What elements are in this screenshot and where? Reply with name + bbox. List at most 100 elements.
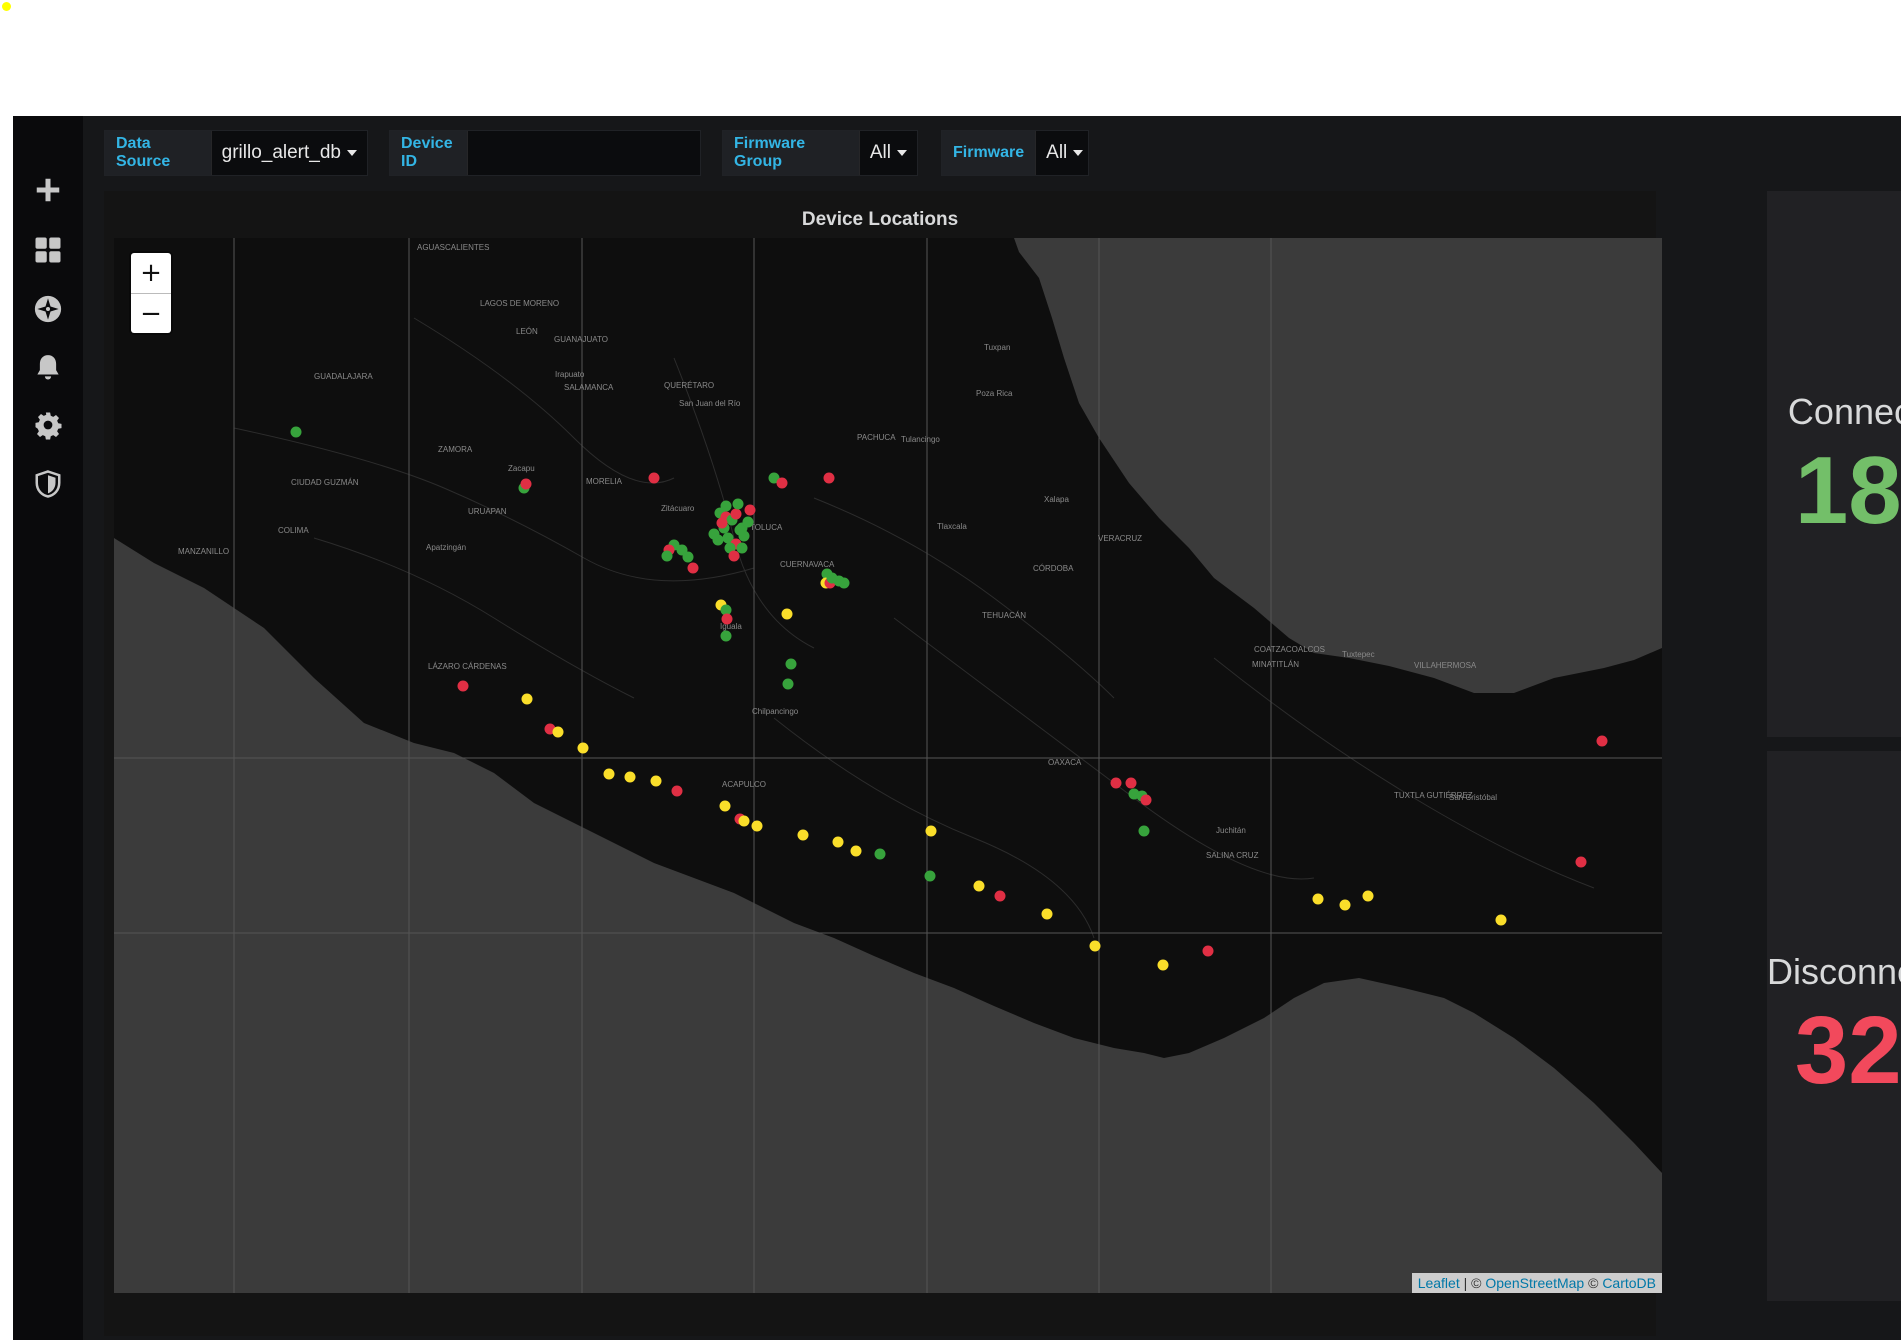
device-marker-warning[interactable] xyxy=(781,608,793,620)
device-marker-connected[interactable] xyxy=(720,500,732,512)
device-marker-disconnected[interactable] xyxy=(1575,856,1587,868)
device-marker-warning[interactable] xyxy=(521,693,533,705)
device-marker-warning[interactable] xyxy=(1339,899,1351,911)
grafana-app: Data Source grillo_alert_db Device ID Fi… xyxy=(13,116,1901,1340)
alerting-icon[interactable] xyxy=(26,345,70,389)
device-marker-warning[interactable] xyxy=(624,771,636,783)
device-marker-warning[interactable] xyxy=(738,815,750,827)
device-marker-warning[interactable] xyxy=(1362,890,1374,902)
zoom-out-button[interactable]: − xyxy=(131,293,171,334)
place-label: MINATITLÁN xyxy=(1252,660,1299,669)
device-marker-disconnected[interactable] xyxy=(994,890,1006,902)
device-marker-connected[interactable] xyxy=(736,542,748,554)
device-marker-disconnected[interactable] xyxy=(728,550,740,562)
place-label: Zitácuaro xyxy=(661,504,695,513)
device-marker-connected[interactable] xyxy=(732,498,744,510)
server-admin-icon[interactable] xyxy=(26,462,70,506)
device-marker-disconnected[interactable] xyxy=(457,680,469,692)
device-marker-disconnected[interactable] xyxy=(1202,945,1214,957)
zoom-in-button[interactable]: + xyxy=(131,253,171,293)
device-marker-disconnected[interactable] xyxy=(730,508,742,520)
device-marker-disconnected[interactable] xyxy=(744,504,756,516)
osm-link[interactable]: OpenStreetMap xyxy=(1485,1275,1584,1291)
device-marker-disconnected[interactable] xyxy=(721,613,733,625)
device-marker-disconnected[interactable] xyxy=(1140,794,1152,806)
device-marker-connected[interactable] xyxy=(708,528,720,540)
firmware-group-select[interactable]: All xyxy=(860,131,917,175)
device-marker-connected[interactable] xyxy=(734,524,746,536)
firmware-group-variable: Firmware Group All xyxy=(722,130,918,176)
device-marker-warning[interactable] xyxy=(850,845,862,857)
place-label: OAXACA xyxy=(1048,758,1082,767)
device-marker-disconnected[interactable] xyxy=(1596,735,1608,747)
device-marker-connected[interactable] xyxy=(290,426,302,438)
data-source-select[interactable]: grillo_alert_db xyxy=(212,131,367,175)
attribution-copyright: © xyxy=(1584,1275,1603,1291)
device-marker-connected[interactable] xyxy=(838,577,850,589)
firmware-variable: Firmware All xyxy=(941,130,1089,176)
device-id-variable: Device ID xyxy=(389,130,701,176)
device-marker-disconnected[interactable] xyxy=(823,472,835,484)
device-marker-connected[interactable] xyxy=(682,551,694,563)
place-label: MANZANILLO xyxy=(178,547,229,556)
device-marker-connected[interactable] xyxy=(874,848,886,860)
place-label: ZAMORA xyxy=(438,445,473,454)
device-marker-warning[interactable] xyxy=(577,742,589,754)
device-marker-warning[interactable] xyxy=(719,800,731,812)
configuration-icon[interactable] xyxy=(26,403,70,447)
explore-icon[interactable] xyxy=(26,287,70,331)
device-marker-connected[interactable] xyxy=(720,630,732,642)
chevron-down-icon xyxy=(897,150,907,156)
place-label: Iguala xyxy=(720,622,742,631)
attribution-separator: | © xyxy=(1459,1275,1486,1291)
device-marker-connected[interactable] xyxy=(782,678,794,690)
device-marker-warning[interactable] xyxy=(973,880,985,892)
device-marker-connected[interactable] xyxy=(1138,825,1150,837)
device-marker-warning[interactable] xyxy=(1089,940,1101,952)
device-marker-disconnected[interactable] xyxy=(671,785,683,797)
dashboards-icon[interactable] xyxy=(26,228,70,272)
device-marker-disconnected[interactable] xyxy=(648,472,660,484)
device-marker-warning[interactable] xyxy=(552,726,564,738)
place-label: San Juan del Río xyxy=(679,399,741,408)
device-marker-connected[interactable] xyxy=(742,516,754,528)
device-marker-disconnected[interactable] xyxy=(716,517,728,529)
leaflet-link[interactable]: Leaflet xyxy=(1418,1275,1460,1291)
device-marker-warning[interactable] xyxy=(1157,959,1169,971)
device-marker-warning[interactable] xyxy=(797,829,809,841)
zoom-control: + − xyxy=(131,253,171,333)
place-label: Irapuato xyxy=(555,370,585,379)
map-attribution: Leaflet | © OpenStreetMap © CartoDB xyxy=(1411,1273,1662,1293)
place-label: MORELIA xyxy=(586,477,623,486)
place-label: Xalapa xyxy=(1044,495,1069,504)
device-marker-connected[interactable] xyxy=(924,870,936,882)
device-marker-connected[interactable] xyxy=(785,658,797,670)
device-marker-warning[interactable] xyxy=(1312,893,1324,905)
device-marker-disconnected[interactable] xyxy=(520,478,532,490)
map-view[interactable]: AGUASCALIENTES LAGOS DE MORENO LEÓN GUANAJU… xyxy=(114,238,1662,1293)
device-marker-disconnected[interactable] xyxy=(776,477,788,489)
device-marker-connected[interactable] xyxy=(826,572,838,584)
device-marker-disconnected[interactable] xyxy=(687,562,699,574)
device-marker-warning[interactable] xyxy=(832,836,844,848)
device-marker-warning[interactable] xyxy=(650,775,662,787)
place-label: Juchitán xyxy=(1216,826,1246,835)
device-marker-disconnected[interactable] xyxy=(1110,777,1122,789)
connected-stat-panel: Connected 186 xyxy=(1767,191,1901,737)
data-source-label: Data Source xyxy=(105,131,212,175)
disconnected-title: Disconnected xyxy=(1767,951,1901,992)
device-marker-disconnected[interactable] xyxy=(1125,777,1137,789)
device-marker-warning[interactable] xyxy=(1495,914,1507,926)
device-marker-warning[interactable] xyxy=(1041,908,1053,920)
add-icon[interactable] xyxy=(26,168,70,212)
place-label: GUANAJUATO xyxy=(554,335,608,344)
firmware-select[interactable]: All xyxy=(1036,131,1093,175)
device-marker-warning[interactable] xyxy=(925,825,937,837)
map-tiles: AGUASCALIENTES LAGOS DE MORENO LEÓN GUANAJU… xyxy=(114,238,1662,1293)
device-id-input[interactable] xyxy=(468,131,700,175)
device-marker-warning[interactable] xyxy=(751,820,763,832)
place-label: QUERÉTARO xyxy=(664,381,714,390)
device-marker-connected[interactable] xyxy=(661,550,673,562)
device-marker-warning[interactable] xyxy=(603,768,615,780)
carto-link[interactable]: CartoDB xyxy=(1602,1275,1656,1291)
